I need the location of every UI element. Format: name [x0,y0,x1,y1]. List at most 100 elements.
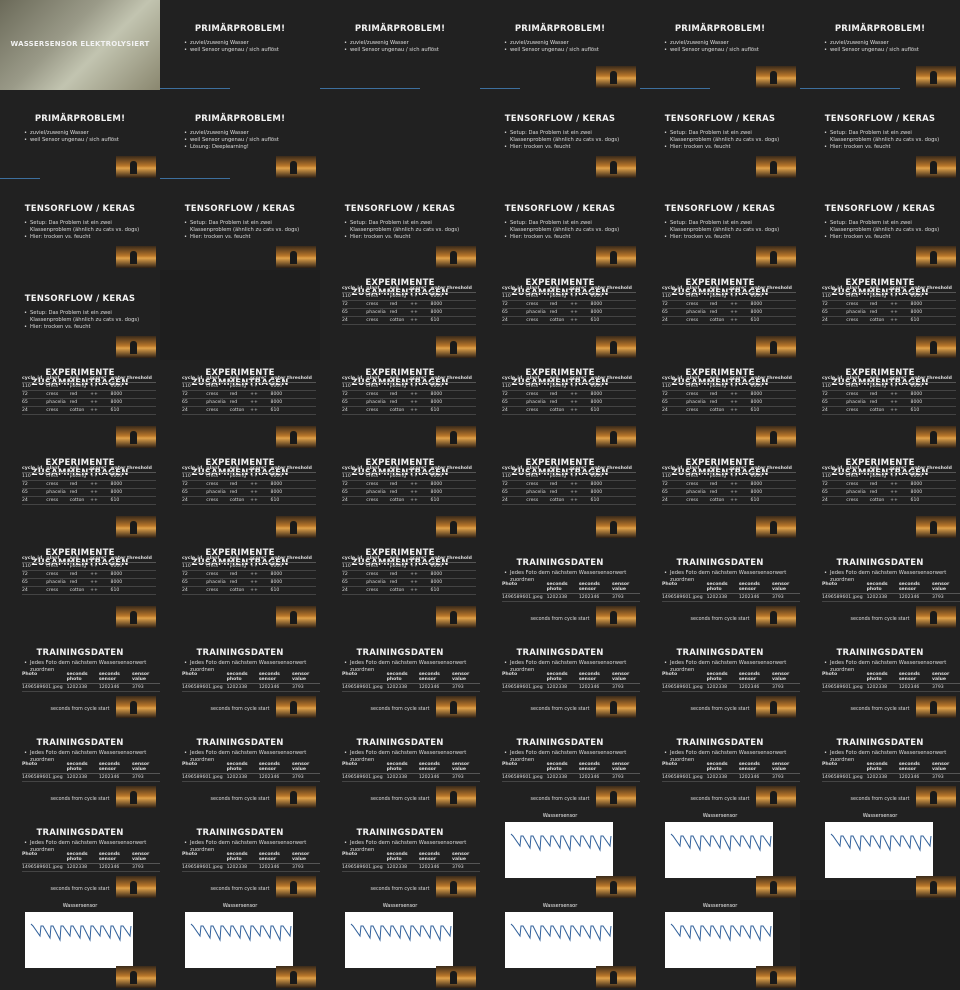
slide-thumbnail[interactable]: Wassersensor [640,900,800,990]
table-cell: red [549,398,571,407]
slide-thumbnail[interactable]: Wassersensor [800,810,960,900]
slide-thumbnail[interactable]: TRAININGSDATENJedes Foto dem nächstem Wa… [0,630,160,720]
slide-thumbnail[interactable]: EXPERIMENTE ZUSAMMENTRAGEN cycle_id plant s… [800,450,960,540]
table-cell: ++ [730,472,751,481]
table-cell: cress [206,406,230,415]
slide-thumbnail[interactable]: PRIMÄRPROBLEM! zuviel/zuwenig Wasserweil … [320,0,480,90]
data-table: cycle_id plant soil score* water threshold 11… [662,466,796,505]
slide-thumbnail[interactable]: TRAININGSDATENJedes Foto dem nächstem Wa… [320,810,480,900]
bullet-item: Setup: Das Problem ist ein zwei Klassenp… [504,220,632,234]
slide-thumbnail[interactable]: TRAININGSDATENJedes Foto dem nächstem Wa… [160,630,320,720]
slide-thumbnail[interactable]: EXPERIMENTE ZUSAMMENTRAGEN cycle_id plant s… [320,540,480,630]
table-cell: cotton [869,496,891,505]
slide-thumbnail[interactable]: Wassersensor [320,900,480,990]
slide-thumbnail[interactable]: EXPERIMENTE ZUSAMMENTRAGEN cycle_id plant s… [160,360,320,450]
slide-thumbnail[interactable]: Wassersensor [160,900,320,990]
bullet-item: weil Sensor ungenau / sich auflöst [824,47,952,54]
slide-thumbnail[interactable]: TRAININGSDATENJedes Foto dem nächstem Wa… [800,720,960,810]
slide-thumbnail[interactable]: PRIMÄRPROBLEM! zuviel/zuwenig Wasserweil … [800,0,960,90]
sensor-series-line [510,923,612,942]
table-cell: 8000 [110,570,156,579]
table-cell: 72 [822,390,847,399]
bullet-list: Setup: Das Problem ist ein zwei Klassenp… [824,220,952,241]
table-cell: red [869,480,891,489]
slide-thumbnail[interactable]: TENSORFLOW / KERAS Setup: Das Problem ist… [0,180,160,270]
table-cell: potting [229,472,251,481]
slide-thumbnail[interactable]: PRIMÄRPROBLEM! zuviel/zuwenig Wasserweil … [160,90,320,180]
slide-thumbnail[interactable]: WASSERSENSOR ELEKTROLYSIERT [0,0,160,90]
table-cell: 24 [182,406,207,415]
table-cell: 8000 [110,578,156,587]
slide-thumbnail[interactable]: PRIMÄRPROBLEM! zuviel/zuwenig Wasserweil … [640,0,800,90]
table-row: 72 cress red ++ 8000 [182,390,316,399]
data-table: Photo seconds photo seconds sensor sensor v… [662,672,800,692]
slide-thumbnail[interactable]: EXPERIMENTE ZUSAMMENTRAGEN cycle_id plant s… [480,270,640,360]
slide-thumbnail[interactable]: PRIMÄRPROBLEM! zuviel/zuwenig Wasserweil … [480,0,640,90]
slide-thumbnail[interactable]: Wassersensor [0,900,160,990]
table-cell: ++ [410,488,431,497]
slide-thumbnail[interactable]: TRAININGSDATENJedes Foto dem nächstem Wa… [320,630,480,720]
slide-thumbnail[interactable]: TRAININGSDATENJedes Foto dem nächstem Wa… [160,720,320,810]
slide-thumbnail[interactable]: EXPERIMENTE ZUSAMMENTRAGEN cycle_id plant s… [640,450,800,540]
table-cell: 610 [910,406,956,415]
table-header: sensor value [131,852,160,864]
slide-thumbnail[interactable]: EXPERIMENTE ZUSAMMENTRAGEN cycle_id plant s… [800,270,960,360]
slide-thumbnail[interactable]: EXPERIMENTE ZUSAMMENTRAGEN cycle_id plant s… [800,360,960,450]
slide-thumbnail[interactable]: TENSORFLOW / KERAS Setup: Das Problem ist… [320,180,480,270]
chart-title: Wassersensor [542,813,578,819]
slide-thumbnail[interactable]: TENSORFLOW / KERAS Setup: Das Problem ist… [480,180,640,270]
slide-thumbnail[interactable]: PRIMÄRPROBLEM! zuviel/zuwenig Wasserweil … [0,90,160,180]
slide-thumbnail[interactable]: TENSORFLOW / KERAS Setup: Das Problem ist… [640,90,800,180]
table-cell: 8000 [910,480,956,489]
slide-thumbnail[interactable]: TENSORFLOW / KERAS Setup: Das Problem ist… [480,90,640,180]
slide-thumbnail[interactable]: EXPERIMENTE ZUSAMMENTRAGEN cycle_id plant s… [640,270,800,360]
slide-thumbnail[interactable]: PRIMÄRPROBLEM! zuviel/zuwenig Wasserweil … [160,0,320,90]
slide-thumbnail[interactable]: EXPERIMENTE ZUSAMMENTRAGEN cycle_id plant s… [0,450,160,540]
slide-thumbnail[interactable]: TENSORFLOW / KERAS Setup: Das Problem ist… [640,180,800,270]
slide-thumbnail[interactable]: Wassersensor [480,810,640,900]
slide-thumbnail[interactable]: EXPERIMENTE ZUSAMMENTRAGEN cycle_id plant s… [640,360,800,450]
slide-thumbnail[interactable]: EXPERIMENTE ZUSAMMENTRAGEN cycle_id plant s… [0,360,160,450]
slide-thumbnail[interactable]: TRAININGSDATENJedes Foto dem nächstem Wa… [640,630,800,720]
table-cell: 1202338 [226,863,259,872]
slide-thumbnail[interactable]: EXPERIMENTE ZUSAMMENTRAGEN cycle_id plant s… [320,450,480,540]
slide-thumbnail[interactable]: Wassersensor [480,900,640,990]
slide-thumbnail[interactable]: TRAININGSDATENJedes Foto dem nächstem Wa… [800,540,960,630]
slide-thumbnail[interactable]: EXPERIMENTE ZUSAMMENTRAGEN cycle_id plant s… [320,270,480,360]
slide-thumbnail[interactable]: TRAININGSDATENJedes Foto dem nächstem Wa… [800,630,960,720]
table-cell: cotton [869,316,891,325]
table-cell: 1202338 [386,863,419,872]
slide-thumbnail[interactable]: TENSORFLOW / KERAS Setup: Das Problem ist… [0,270,160,360]
slide-thumbnail[interactable]: TRAININGSDATENJedes Foto dem nächstem Wa… [640,720,800,810]
table-cell: potting [869,382,891,391]
slide-thumbnail[interactable]: TRAININGSDATENJedes Foto dem nächstem Wa… [480,630,640,720]
slide-thumbnail[interactable] [800,900,960,990]
bullet-item: zuviel/zuwenig Wasser [824,40,952,47]
slide-thumbnail[interactable]: TENSORFLOW / KERAS Setup: Das Problem ist… [160,180,320,270]
slide-thumbnail[interactable]: TRAININGSDATENJedes Foto dem nächstem Wa… [0,810,160,900]
table-cell: ++ [730,390,751,399]
slide-thumbnail[interactable] [160,270,320,360]
slide-thumbnail[interactable]: TRAININGSDATENJedes Foto dem nächstem Wa… [480,540,640,630]
slide-thumbnail[interactable]: TRAININGSDATENJedes Foto dem nächstem Wa… [160,810,320,900]
slide-thumbnail[interactable]: EXPERIMENTE ZUSAMMENTRAGEN cycle_id plant s… [160,540,320,630]
slide-thumbnail[interactable]: TRAININGSDATENJedes Foto dem nächstem Wa… [640,540,800,630]
slide-thumbnail[interactable]: TRAININGSDATENJedes Foto dem nächstem Wa… [0,720,160,810]
slide-thumbnail[interactable]: EXPERIMENTE ZUSAMMENTRAGEN cycle_id plant s… [0,540,160,630]
slide-thumbnail[interactable]: TENSORFLOW / KERAS Setup: Das Problem ist… [800,90,960,180]
slide-thumbnail[interactable]: EXPERIMENTE ZUSAMMENTRAGEN cycle_id plant s… [160,450,320,540]
slide-thumbnail[interactable] [320,90,480,180]
slide-thumbnail[interactable]: TENSORFLOW / KERAS Setup: Das Problem ist… [800,180,960,270]
slide-thumbnail[interactable]: EXPERIMENTE ZUSAMMENTRAGEN cycle_id plant s… [320,360,480,450]
table-row: 110 cress potting ++ 6000 [342,292,476,301]
table-row: 24 cress cotton ++ 610 [182,586,316,595]
table-header: Photo [662,582,707,594]
slide-thumbnail[interactable]: TRAININGSDATENJedes Foto dem nächstem Wa… [320,720,480,810]
table-cell: red [549,300,571,309]
slide-thumbnail[interactable]: EXPERIMENTE ZUSAMMENTRAGEN cycle_id plant s… [480,450,640,540]
slide-thumbnail[interactable]: EXPERIMENTE ZUSAMMENTRAGEN cycle_id plant s… [480,360,640,450]
slide-title: TRAININGSDATEN [836,558,924,568]
slide-thumbnail[interactable]: TRAININGSDATENJedes Foto dem nächstem Wa… [480,720,640,810]
slide-thumbnail[interactable]: Wassersensor [640,810,800,900]
table-cell: 72 [182,570,207,579]
